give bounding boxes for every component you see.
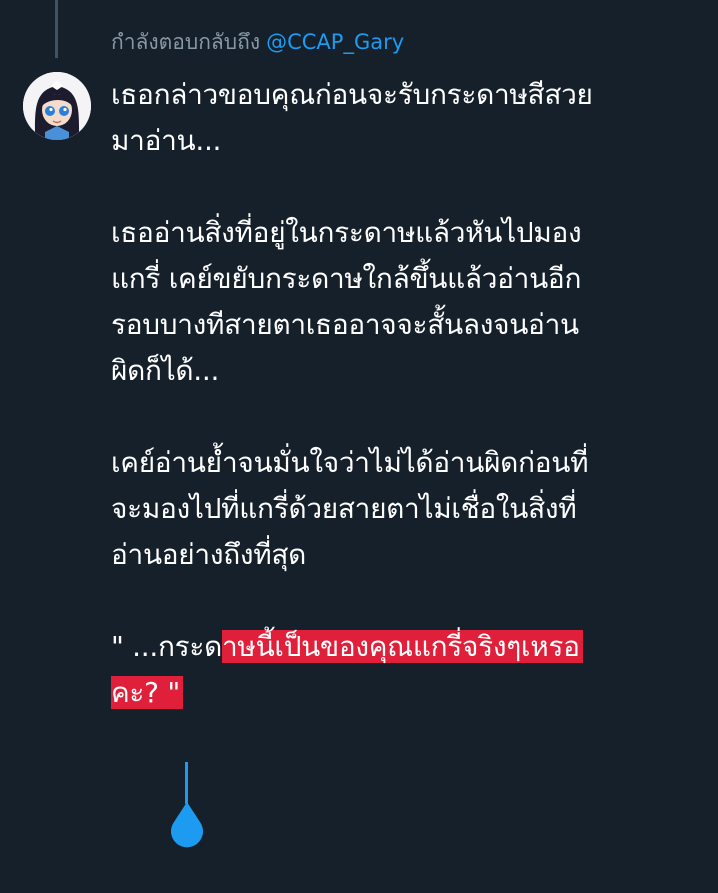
replying-to-line: กำลังตอบกลับถึง @CCAP_Gary: [111, 28, 404, 56]
text-line: จะมองไปที่แกรี่ด้วยสายตาไม่เชื่อในสิ่งที…: [111, 492, 577, 525]
text-line: คะ? ": [111, 670, 701, 716]
paragraph-4: " ...กระดาษนี้เป็นของคุณแกรี่จริงๆเหรอ ค…: [111, 624, 701, 716]
text-line: เธออ่านสิ่งที่อยู่ในกระดาษแล้วหันไปมอง: [111, 216, 582, 249]
tweet-text[interactable]: เธอกล่าวขอบคุณก่อนจะรับกระดาษสีสวย มาอ่า…: [111, 72, 701, 716]
thread-connector-line: [55, 0, 58, 58]
text-line: แกรี่ เคย์ขยับกระดาษใกล้ขึ้นแล้วอ่านอีก: [111, 262, 582, 295]
selection-handle[interactable]: [168, 800, 206, 850]
paragraph-2: เธออ่านสิ่งที่อยู่ในกระดาษแล้วหันไปมอง แ…: [111, 210, 701, 394]
text-line: มาอ่าน...: [111, 124, 222, 157]
selection-handle-icon: [171, 802, 203, 848]
text-line: อ่านอย่างถึงที่สุด: [111, 538, 307, 571]
text-cursor: [185, 762, 188, 804]
text-line: รอบบางทีสายตาเธออาจจะสั้นลงจนอ่าน: [111, 308, 579, 341]
replying-to-label: กำลังตอบกลับถึง: [111, 30, 261, 54]
user-avatar-anime-girl-icon: [23, 72, 91, 140]
text-line: เธอกล่าวขอบคุณก่อนจะรับกระดาษสีสวย: [111, 78, 593, 111]
avatar[interactable]: [23, 72, 91, 140]
selected-text[interactable]: าษนี้เป็นของคุณแกรี่จริงๆเหรอ: [222, 630, 583, 663]
unselected-text: " ...กระด: [111, 630, 222, 663]
text-line: เคย์อ่านย้ำจนมั่นใจว่าไม่ได้อ่านผิดก่อนท…: [111, 446, 589, 479]
text-line: " ...กระดาษนี้เป็นของคุณแกรี่จริงๆเหรอ: [111, 624, 701, 670]
selected-text[interactable]: คะ? ": [111, 676, 183, 709]
paragraph-1: เธอกล่าวขอบคุณก่อนจะรับกระดาษสีสวย มาอ่า…: [111, 72, 701, 164]
paragraph-3: เคย์อ่านย้ำจนมั่นใจว่าไม่ได้อ่านผิดก่อนท…: [111, 440, 701, 578]
mention-link[interactable]: @CCAP_Gary: [266, 30, 404, 54]
text-line: ผิดก็ได้...: [111, 354, 220, 387]
